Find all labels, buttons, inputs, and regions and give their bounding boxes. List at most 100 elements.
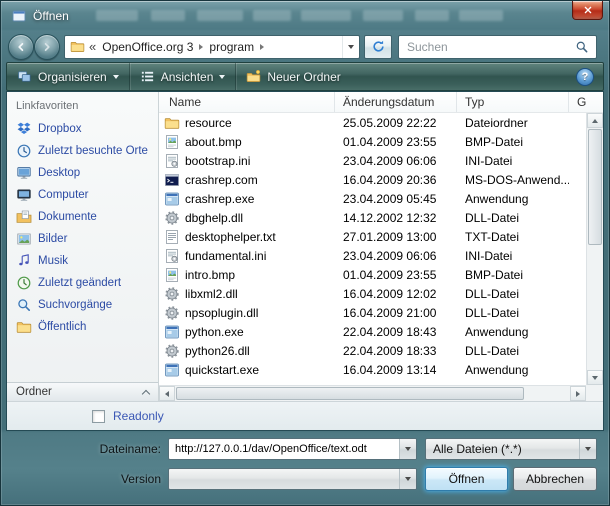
- sidebar-item-zuletzt-besuchte-orte[interactable]: Zuletzt besuchte Orte: [7, 140, 158, 162]
- file-date: 25.05.2009 22:22: [335, 116, 457, 130]
- chevron-down-icon: [405, 447, 411, 451]
- dos-icon: [164, 172, 180, 188]
- folders-expander[interactable]: Ordner: [7, 382, 158, 401]
- refresh-button[interactable]: [364, 35, 392, 59]
- sidebar-item-musik[interactable]: Musik: [7, 250, 158, 272]
- sidebar-item-dokumente[interactable]: Dokumente: [7, 206, 158, 228]
- sidebar-item-desktop[interactable]: Desktop: [7, 162, 158, 184]
- search-box[interactable]: Suchen: [398, 35, 597, 59]
- version-combobox[interactable]: [168, 468, 417, 490]
- file-row[interactable]: resource 25.05.2009 22:22 Dateiordner: [159, 113, 586, 132]
- filename-dropdown-button[interactable]: [399, 439, 416, 459]
- glass-reflection: [415, 10, 449, 21]
- window-title: Öffnen: [33, 9, 69, 23]
- breadcrumb-item-openoffice[interactable]: OpenOffice.org 3: [100, 40, 195, 54]
- glass-reflection: [253, 10, 291, 21]
- filetype-combobox[interactable]: Alle Dateien (*.*): [425, 438, 597, 460]
- file-date: 14.12.2002 12:32: [335, 211, 457, 225]
- sidebar-item-suchvorgänge[interactable]: Suchvorgänge: [7, 294, 158, 316]
- chevron-down-icon: [113, 75, 119, 79]
- file-list-body: resource 25.05.2009 22:22 Dateiordner ab…: [159, 113, 586, 385]
- file-date: 16.04.2009 13:14: [335, 363, 457, 377]
- file-row[interactable]: npsoplugin.dll 16.04.2009 21:00 DLL-Date…: [159, 303, 586, 322]
- back-button[interactable]: [8, 34, 34, 60]
- readonly-label[interactable]: Readonly: [113, 409, 164, 423]
- help-icon: ?: [582, 71, 589, 83]
- organize-icon: [17, 69, 32, 84]
- organize-button[interactable]: Organisieren: [7, 63, 129, 90]
- file-type: BMP-Datei: [457, 268, 569, 282]
- version-dropdown-button[interactable]: [399, 469, 416, 489]
- column-header-date[interactable]: Änderungsdatum: [335, 92, 457, 112]
- views-button[interactable]: Ansichten: [129, 63, 236, 90]
- file-date: 22.04.2009 18:33: [335, 344, 457, 358]
- file-row[interactable]: desktophelper.txt 27.01.2009 13:00 TXT-D…: [159, 227, 586, 246]
- breadcrumb-item-program[interactable]: program: [207, 40, 256, 54]
- column-header-size[interactable]: G: [569, 92, 603, 112]
- scroll-right-button[interactable]: [570, 386, 586, 401]
- column-header-name[interactable]: Name: [159, 92, 335, 112]
- filetype-value: Alle Dateien (*.*): [426, 442, 579, 456]
- client-area: Linkfavoriten Dropbox Zuletzt besuchte O…: [6, 91, 604, 431]
- close-button[interactable]: [572, 1, 603, 20]
- help-button[interactable]: ?: [576, 68, 594, 86]
- cancel-button[interactable]: Abbrechen: [513, 467, 597, 491]
- file-type: Anwendung: [457, 325, 569, 339]
- scroll-up-button[interactable]: [587, 113, 603, 128]
- filename-combobox[interactable]: [168, 438, 417, 460]
- forward-arrow-icon: [40, 40, 54, 54]
- sidebar-item-dropbox[interactable]: Dropbox: [7, 118, 158, 140]
- sidebar-item-öffentlich[interactable]: Öffentlich: [7, 316, 158, 338]
- file-row[interactable]: crashrep.exe 23.04.2009 05:45 Anwendung: [159, 189, 586, 208]
- horizontal-scroll-thumb[interactable]: [176, 387, 524, 400]
- sidebar-item-computer[interactable]: Computer: [7, 184, 158, 206]
- breadcrumb-overflow-chevron[interactable]: «: [89, 39, 96, 54]
- new-folder-button[interactable]: Neuer Ordner: [235, 63, 350, 90]
- open-button[interactable]: Öffnen: [425, 467, 508, 491]
- forward-button[interactable]: [34, 34, 60, 60]
- file-name: dbghelp.dll: [185, 211, 243, 225]
- file-name: libxml2.dll: [185, 287, 238, 301]
- file-row[interactable]: about.bmp 01.04.2009 23:55 BMP-Datei: [159, 132, 586, 151]
- chevron-right-icon: [199, 44, 203, 50]
- chevron-down-icon: [585, 447, 591, 451]
- filetype-dropdown-button[interactable]: [579, 439, 596, 459]
- file-row[interactable]: dbghelp.dll 14.12.2002 12:32 DLL-Datei: [159, 208, 586, 227]
- column-header-type[interactable]: Typ: [457, 92, 569, 112]
- file-row[interactable]: crashrep.com 16.04.2009 20:36 MS-DOS-Anw…: [159, 170, 586, 189]
- scrollbar-corner: [586, 385, 603, 401]
- file-date: 22.04.2009 18:43: [335, 325, 457, 339]
- file-name: npsoplugin.dll: [185, 306, 258, 320]
- file-row[interactable]: intro.bmp 01.04.2009 23:55 BMP-Datei: [159, 265, 586, 284]
- open-dialog: Öffnen « OpenOffice.org 3 program: [0, 0, 610, 506]
- vertical-scrollbar[interactable]: [586, 113, 603, 385]
- file-row[interactable]: bootstrap.ini 23.04.2009 06:06 INI-Datei: [159, 151, 586, 170]
- vertical-scroll-thumb[interactable]: [588, 129, 602, 245]
- sidebar-item-zuletzt-geändert[interactable]: Zuletzt geändert: [7, 272, 158, 294]
- version-row: Version Öffnen Abbrechen: [1, 467, 609, 491]
- sidebar-list: Dropbox Zuletzt besuchte Orte Desktop Co…: [7, 118, 158, 338]
- file-row[interactable]: quickstart.exe 16.04.2009 13:14 Anwendun…: [159, 360, 586, 379]
- recent-places-icon: [16, 143, 32, 159]
- recent-changes-icon: [16, 275, 32, 291]
- sidebar-item-bilder[interactable]: Bilder: [7, 228, 158, 250]
- file-row[interactable]: libxml2.dll 16.04.2009 12:02 DLL-Datei: [159, 284, 586, 303]
- sidebar-header: Linkfavoriten: [7, 92, 158, 118]
- dll-icon: [164, 286, 180, 302]
- column-header-row: Name Änderungsdatum Typ G: [159, 92, 603, 113]
- triangle-up-icon: [592, 119, 598, 123]
- file-date: 16.04.2009 20:36: [335, 173, 457, 187]
- file-row[interactable]: python26.dll 22.04.2009 18:33 DLL-Datei: [159, 341, 586, 360]
- filename-input[interactable]: [169, 439, 399, 459]
- file-date: 01.04.2009 23:55: [335, 268, 457, 282]
- scroll-left-button[interactable]: [159, 386, 175, 401]
- breadcrumb[interactable]: « OpenOffice.org 3 program: [64, 35, 360, 59]
- file-name: about.bmp: [185, 135, 242, 149]
- dropbox-icon: [16, 121, 32, 137]
- readonly-checkbox[interactable]: [92, 410, 105, 423]
- file-row[interactable]: fundamental.ini 23.04.2009 06:06 INI-Dat…: [159, 246, 586, 265]
- horizontal-scrollbar[interactable]: [159, 385, 586, 401]
- breadcrumb-dropdown[interactable]: [342, 36, 359, 58]
- scroll-down-button[interactable]: [587, 370, 603, 385]
- file-row[interactable]: python.exe 22.04.2009 18:43 Anwendung: [159, 322, 586, 341]
